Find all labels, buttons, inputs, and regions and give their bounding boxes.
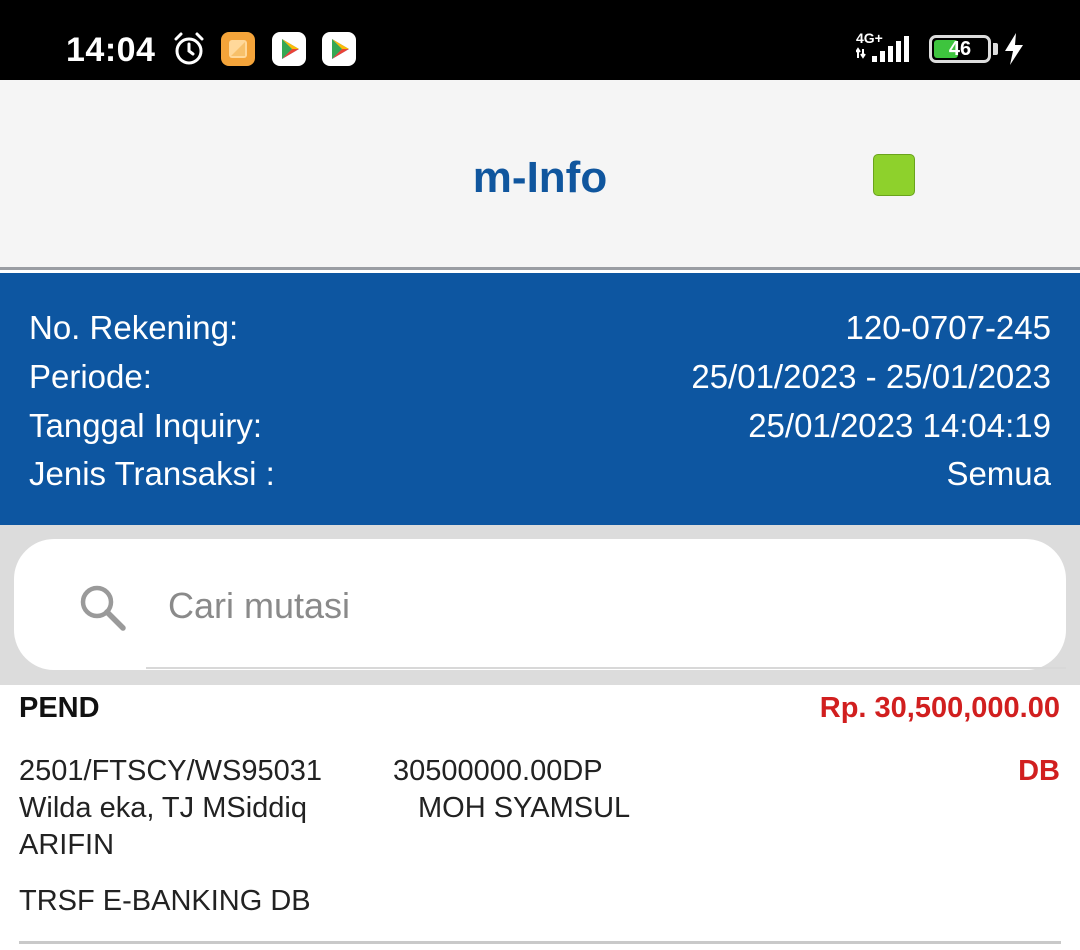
app-bar: m-Info: [0, 80, 1080, 270]
search-input[interactable]: [168, 579, 1028, 633]
info-row-jenis: Jenis Transaksi : Semua: [29, 450, 1051, 498]
transaction-item[interactable]: PEND Rp. 30,500,000.00 2501/FTSCY/WS9503…: [0, 685, 1080, 950]
battery-percent: 46: [948, 38, 972, 60]
transaction-description: TRSF E-BANKING DB: [19, 885, 311, 917]
jenis-value: Semua: [946, 455, 1051, 492]
search-underline: [146, 667, 1066, 669]
status-time: 14:04: [66, 31, 156, 69]
search-box[interactable]: [14, 539, 1066, 670]
transaction-status: PEND: [19, 692, 100, 724]
battery-tip: [993, 43, 998, 55]
play-store-icon: [322, 32, 356, 66]
app-notification-icon: [221, 32, 255, 66]
search-area: [0, 525, 1080, 685]
transaction-sender: Wilda eka, TJ MSiddiq: [19, 792, 307, 824]
periode-label: Periode:: [29, 358, 152, 395]
status-bar: 14:04 4G+ 46: [0, 0, 1080, 80]
transaction-divider: [19, 941, 1061, 944]
periode-value: 25/01/2023 - 25/01/2023: [691, 358, 1051, 395]
play-store-icon: [272, 32, 306, 66]
transaction-recipient-cont: ARIFIN: [19, 829, 115, 861]
transaction-recipient: MOH SYAMSUL: [418, 792, 631, 824]
inquiry-label: Tanggal Inquiry:: [29, 407, 262, 444]
charging-icon: [1005, 33, 1023, 65]
search-icon[interactable]: [76, 581, 128, 633]
page-title: m-Info: [472, 153, 608, 202]
transaction-reference: 2501/FTSCY/WS95031: [19, 755, 323, 787]
transaction-raw-amount: 30500000.00DP: [393, 755, 603, 787]
rekening-value: 120-0707-245: [845, 309, 1051, 346]
battery-icon: 46: [929, 35, 991, 63]
transaction-amount: Rp. 30,500,000.00: [819, 692, 1060, 724]
connection-status-indicator: [873, 154, 915, 196]
alarm-icon: [174, 32, 204, 65]
info-row-periode: Periode: 25/01/2023 - 25/01/2023: [29, 353, 1051, 401]
signal-icon: [856, 36, 909, 62]
info-row-inquiry: Tanggal Inquiry: 25/01/2023 14:04:19: [29, 402, 1051, 450]
transaction-type: DB: [1018, 755, 1060, 787]
jenis-label: Jenis Transaksi :: [29, 455, 275, 492]
info-row-rekening: No. Rekening: 120-0707-245: [29, 304, 1051, 352]
account-info-panel: No. Rekening: 120-0707-245 Periode: 25/0…: [0, 273, 1080, 525]
inquiry-value: 25/01/2023 14:04:19: [748, 407, 1051, 444]
rekening-label: No. Rekening:: [29, 309, 239, 346]
